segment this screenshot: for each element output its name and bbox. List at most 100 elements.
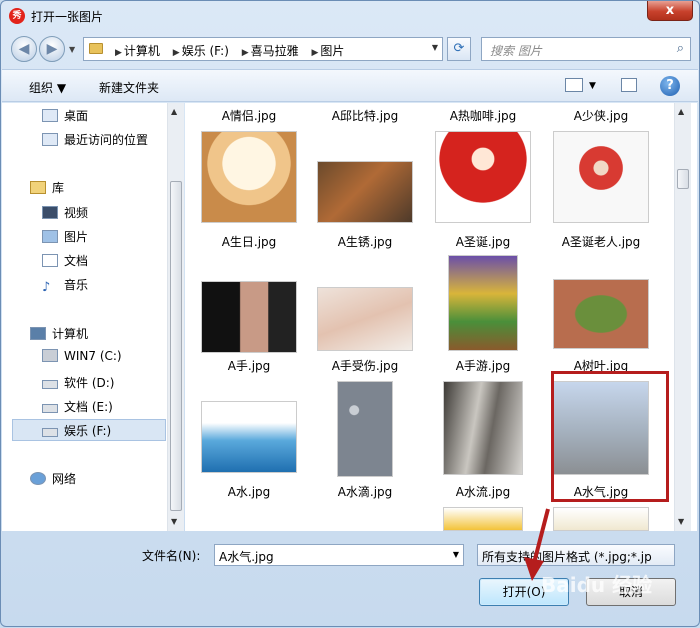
- desktop-icon: [42, 109, 58, 122]
- nav-item-drive-f[interactable]: 娱乐 (F:): [42, 422, 111, 439]
- breadcrumb-separator-icon: ▶: [311, 48, 319, 58]
- recent-pages-dropdown-icon[interactable]: ▼: [69, 45, 75, 54]
- documents-icon: [42, 254, 58, 267]
- filename-label: 文件名(N):: [142, 549, 201, 563]
- filename-dropdown-icon[interactable]: ▼: [453, 550, 459, 559]
- file-item[interactable]: A树叶.jpg: [543, 253, 659, 375]
- scroll-down-icon[interactable]: ▼: [171, 517, 177, 526]
- organize-button[interactable]: 组织 ▼: [29, 79, 66, 96]
- forward-button[interactable]: ▶: [39, 36, 65, 62]
- search-box[interactable]: 搜索 图片 ⌕: [481, 37, 691, 61]
- back-button[interactable]: ◀: [11, 36, 37, 62]
- nav-item-documents[interactable]: 文档: [42, 252, 88, 269]
- nav-item-desktop[interactable]: 桌面: [42, 107, 88, 124]
- scroll-down-icon[interactable]: ▼: [678, 517, 684, 526]
- pictures-icon: [42, 230, 58, 243]
- address-bar[interactable]: ▶ 计算机 ▶ 娱乐 (F:) ▶ 喜马拉雅 ▶ 图片 ▼: [83, 37, 443, 61]
- breadcrumb-separator-icon: ▶: [241, 48, 249, 58]
- file-item[interactable]: A圣诞.jpg: [425, 127, 541, 249]
- file-item[interactable]: A生日.jpg: [191, 127, 307, 249]
- preview-pane-icon[interactable]: [621, 78, 637, 92]
- file-thumbnail: [201, 401, 297, 473]
- address-row: ◀ ▶ ▼ ▶ 计算机 ▶ 娱乐 (F:) ▶ 喜马拉雅 ▶ 图片 ▼ ⟳ 搜索 图片 …: [1, 33, 699, 65]
- file-thumbnail: [201, 131, 297, 223]
- nav-item-library[interactable]: 库: [30, 179, 64, 196]
- music-icon: ♪: [42, 281, 58, 295]
- baidu-watermark: Baidu 经验: [541, 573, 653, 597]
- file-type-value[interactable]: 所有支持的图片格式 (*.jpg;*.jp: [482, 548, 652, 565]
- nav-item-drive-e[interactable]: 文档 (E:): [42, 398, 113, 415]
- refresh-button[interactable]: ⟳: [447, 37, 471, 61]
- file-item[interactable]: A生锈.jpg: [307, 127, 423, 249]
- nav-item-pictures[interactable]: 图片: [42, 228, 88, 245]
- file-list-scroll-thumb[interactable]: [677, 169, 689, 189]
- nav-item-computer[interactable]: 计算机: [30, 325, 88, 342]
- file-item[interactable]: [543, 507, 659, 531]
- drive-icon: [42, 428, 58, 437]
- computer-icon: [30, 327, 46, 340]
- file-thumbnail: [448, 255, 518, 351]
- app-logo-icon: 秀: [9, 8, 25, 24]
- dialog-title: 打开一张图片: [31, 10, 104, 24]
- file-thumbnail: [443, 507, 523, 531]
- command-bar: 组织 ▼ 新建文件夹 ▼ ?: [2, 69, 698, 102]
- close-button[interactable]: x: [647, 1, 693, 21]
- filename-field[interactable]: A水气.jpg ▼: [214, 544, 464, 566]
- file-thumbnail: [553, 279, 649, 349]
- file-list-scrollbar[interactable]: ▲ ▼: [674, 103, 691, 531]
- nav-item-music[interactable]: ♪ 音乐: [42, 276, 88, 295]
- network-icon: [30, 472, 46, 485]
- file-thumbnail: [553, 131, 649, 223]
- title-bar: 秀 打开一张图片 x: [1, 1, 699, 31]
- scroll-up-icon[interactable]: ▲: [171, 107, 177, 116]
- sidebar-scrollbar[interactable]: ▲ ▼: [167, 103, 184, 531]
- file-thumbnail: [443, 381, 523, 475]
- new-folder-button[interactable]: 新建文件夹: [99, 79, 159, 96]
- view-options-icon[interactable]: [565, 78, 583, 92]
- breadcrumb-computer[interactable]: 计算机: [124, 44, 160, 58]
- file-item[interactable]: A手游.jpg: [425, 253, 541, 375]
- file-thumbnail: [337, 381, 393, 477]
- address-dropdown-icon[interactable]: ▼: [432, 43, 438, 52]
- nav-item-recent[interactable]: 最近访问的位置: [42, 131, 148, 148]
- search-icon[interactable]: ⌕: [677, 41, 684, 56]
- drive-icon: [42, 404, 58, 413]
- file-thumbnail: [553, 507, 649, 531]
- nav-item-drive-c[interactable]: WIN7 (C:): [42, 349, 122, 363]
- library-icon: [30, 181, 46, 194]
- file-thumbnail: [317, 161, 413, 223]
- file-thumbnail: [201, 281, 297, 353]
- file-item[interactable]: A手.jpg: [191, 253, 307, 375]
- file-item[interactable]: A水滴.jpg: [307, 379, 423, 503]
- breadcrumb-current[interactable]: 图片: [320, 44, 344, 58]
- file-list: A情侣.jpg A邱比特.jpg A热咖啡.jpg A少侠.jpg A生日.jp…: [185, 103, 697, 531]
- file-item[interactable]: A水流.jpg: [425, 379, 541, 503]
- drive-icon: [42, 349, 58, 362]
- help-icon[interactable]: ?: [660, 76, 680, 96]
- file-item[interactable]: [425, 507, 541, 531]
- navigation-pane: 桌面 最近访问的位置 库 视频 图片 文档 ♪ 音乐 计算机 WIN7 (C:) …: [2, 103, 184, 531]
- view-dropdown-icon[interactable]: ▼: [589, 81, 596, 91]
- selected-file-highlight-box: [551, 371, 669, 502]
- filename-value[interactable]: A水气.jpg: [219, 548, 274, 565]
- nav-item-video[interactable]: 视频: [42, 204, 88, 221]
- file-thumbnail: [317, 287, 413, 351]
- file-item[interactable]: A圣诞老人.jpg: [543, 127, 659, 249]
- breadcrumb-separator-icon: ▶: [172, 48, 180, 58]
- file-item[interactable]: A手受伤.jpg: [307, 253, 423, 375]
- file-thumbnail: [435, 131, 531, 223]
- scroll-up-icon[interactable]: ▲: [678, 107, 684, 116]
- file-type-filter[interactable]: 所有支持的图片格式 (*.jpg;*.jp: [477, 544, 675, 566]
- file-item[interactable]: A水.jpg: [191, 379, 307, 503]
- breadcrumb-separator-icon: ▶: [115, 48, 122, 58]
- recent-places-icon: [42, 133, 58, 146]
- nav-item-network[interactable]: 网络: [30, 470, 76, 487]
- search-placeholder[interactable]: 搜索 图片: [490, 42, 542, 59]
- drive-icon: [42, 380, 58, 389]
- nav-item-drive-d[interactable]: 软件 (D:): [42, 374, 114, 391]
- video-icon: [42, 206, 58, 219]
- breadcrumb-drive[interactable]: 娱乐 (F:): [182, 44, 229, 58]
- breadcrumb-folder[interactable]: 喜马拉雅: [251, 44, 299, 58]
- sidebar-scroll-thumb[interactable]: [170, 181, 182, 511]
- breadcrumb: ▶ 计算机 ▶ 娱乐 (F:) ▶ 喜马拉雅 ▶ 图片: [108, 42, 346, 59]
